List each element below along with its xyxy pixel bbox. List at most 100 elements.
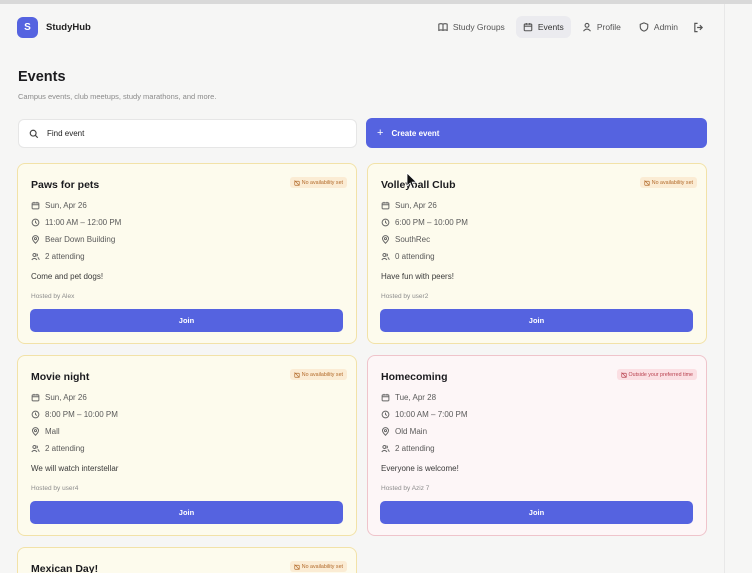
event-date-text: Sun, Apr 26 bbox=[45, 201, 87, 210]
availability-badge-label: No availability set bbox=[301, 371, 343, 378]
book-icon bbox=[438, 23, 448, 32]
shield-icon bbox=[639, 22, 649, 32]
nav-events[interactable]: Events bbox=[515, 16, 571, 38]
users-icon bbox=[31, 253, 40, 261]
map-pin-icon bbox=[382, 427, 389, 436]
map-pin-icon bbox=[32, 427, 39, 436]
availability-badge: No availability set bbox=[289, 561, 347, 572]
join-button[interactable]: Join bbox=[30, 501, 343, 524]
nav-profile[interactable]: Profile bbox=[575, 16, 628, 38]
app-name: StudyHub bbox=[46, 21, 91, 33]
event-location: Mall bbox=[31, 427, 60, 436]
availability-badge-label: No availability set bbox=[651, 179, 693, 186]
availability-badge: Outside your preferred time bbox=[616, 369, 697, 380]
search-box[interactable] bbox=[18, 119, 357, 148]
event-date: Sun, Apr 26 bbox=[31, 201, 87, 210]
event-title: Mexican Day! bbox=[31, 563, 99, 573]
calendar-off-icon bbox=[294, 179, 300, 186]
calendar-icon bbox=[381, 393, 390, 402]
event-card: Paws for pets No availability set Sun, A… bbox=[17, 163, 357, 344]
page-subtitle: Campus events, club meetups, study marat… bbox=[18, 92, 217, 101]
event-title: Volleyball Club bbox=[381, 179, 456, 191]
calendar-icon bbox=[523, 23, 533, 32]
clock-icon bbox=[31, 218, 40, 227]
event-attendance-text: 2 attending bbox=[45, 252, 85, 261]
event-card: Homecoming Outside your preferred time T… bbox=[367, 355, 707, 536]
event-host: Hosted by Aziz 7 bbox=[381, 485, 430, 492]
create-event-label: Create event bbox=[391, 128, 440, 138]
availability-badge: No availability set bbox=[639, 177, 697, 188]
nav-admin[interactable]: Admin bbox=[632, 16, 685, 38]
scrollbar-divider bbox=[724, 4, 725, 573]
event-attendance-text: 2 attending bbox=[395, 444, 435, 453]
event-card: Movie night No availability set Sun, Apr… bbox=[17, 355, 357, 536]
event-date-text: Tue, Apr 28 bbox=[395, 393, 437, 402]
availability-badge-label: No availability set bbox=[301, 179, 343, 186]
join-button[interactable]: Join bbox=[380, 501, 693, 524]
event-card: Mexican Day! No availability set bbox=[17, 547, 357, 573]
user-icon bbox=[582, 22, 591, 32]
join-button[interactable]: Join bbox=[30, 309, 343, 332]
event-time-text: 8:00 PM – 10:00 PM bbox=[45, 410, 118, 419]
event-location-text: Old Main bbox=[395, 427, 428, 436]
event-date: Sun, Apr 26 bbox=[31, 393, 87, 402]
clock-icon bbox=[31, 410, 40, 419]
logout-button[interactable] bbox=[689, 22, 708, 33]
event-location-text: SouthRec bbox=[395, 235, 431, 244]
map-pin-icon bbox=[32, 235, 39, 244]
event-time-text: 11:00 AM – 12:00 PM bbox=[45, 218, 122, 227]
join-button[interactable]: Join bbox=[380, 309, 693, 332]
event-description: Have fun with peers! bbox=[381, 272, 454, 281]
event-date-text: Sun, Apr 26 bbox=[45, 393, 87, 402]
logout-icon bbox=[694, 22, 704, 32]
event-date: Sun, Apr 26 bbox=[381, 201, 437, 210]
calendar-icon bbox=[381, 201, 390, 210]
calendar-icon bbox=[31, 201, 40, 210]
brand[interactable]: S StudyHub bbox=[17, 16, 91, 38]
availability-badge: No availability set bbox=[289, 177, 347, 188]
nav-profile-label: Profile bbox=[596, 22, 621, 32]
calendar-off-icon bbox=[644, 179, 650, 186]
search-icon bbox=[29, 129, 39, 138]
users-icon bbox=[381, 445, 390, 453]
event-date: Tue, Apr 28 bbox=[381, 393, 436, 402]
calendar-icon bbox=[31, 393, 40, 402]
event-location: SouthRec bbox=[381, 235, 430, 244]
availability-badge: No availability set bbox=[289, 369, 347, 380]
event-time-text: 10:00 AM – 7:00 PM bbox=[395, 410, 468, 419]
event-time: 11:00 AM – 12:00 PM bbox=[31, 218, 121, 227]
calendar-off-icon bbox=[294, 371, 300, 378]
availability-badge-label: Outside your preferred time bbox=[628, 371, 693, 378]
event-attendance-text: 0 attending bbox=[395, 252, 435, 261]
users-icon bbox=[31, 445, 40, 453]
event-attendance: 2 attending bbox=[381, 444, 435, 453]
search-input[interactable] bbox=[47, 129, 337, 138]
event-host: Hosted by user2 bbox=[381, 293, 429, 300]
event-description: Everyone is welcome! bbox=[381, 464, 459, 473]
event-attendance: 0 attending bbox=[381, 252, 435, 261]
event-title: Homecoming bbox=[381, 371, 448, 383]
main-nav: Study Groups Events Profile Admin bbox=[431, 16, 708, 38]
nav-admin-label: Admin bbox=[653, 22, 678, 32]
event-description: We will watch interstellar bbox=[31, 464, 119, 473]
availability-badge-label: No availability set bbox=[301, 563, 343, 570]
mouse-cursor-icon bbox=[406, 172, 418, 190]
event-title: Movie night bbox=[31, 371, 90, 383]
clock-icon bbox=[381, 410, 390, 419]
calendar-off-icon bbox=[294, 563, 300, 570]
event-location: Bear Down Building bbox=[31, 235, 115, 244]
event-time: 6:00 PM – 10:00 PM bbox=[381, 218, 468, 227]
event-card: Volleyball Club No availability set Sun,… bbox=[367, 163, 707, 344]
create-event-button[interactable]: + Create event bbox=[366, 118, 707, 148]
nav-study-groups[interactable]: Study Groups bbox=[431, 16, 512, 38]
event-time-text: 6:00 PM – 10:00 PM bbox=[395, 218, 468, 227]
event-attendance: 2 attending bbox=[31, 252, 85, 261]
nav-study-groups-label: Study Groups bbox=[452, 22, 505, 32]
event-date-text: Sun, Apr 26 bbox=[395, 201, 437, 210]
event-attendance-text: 2 attending bbox=[45, 444, 85, 453]
users-icon bbox=[381, 253, 390, 261]
app-logo: S bbox=[17, 16, 38, 38]
event-location: Old Main bbox=[381, 427, 427, 436]
event-description: Come and pet dogs! bbox=[31, 272, 104, 281]
event-time: 8:00 PM – 10:00 PM bbox=[31, 410, 118, 419]
